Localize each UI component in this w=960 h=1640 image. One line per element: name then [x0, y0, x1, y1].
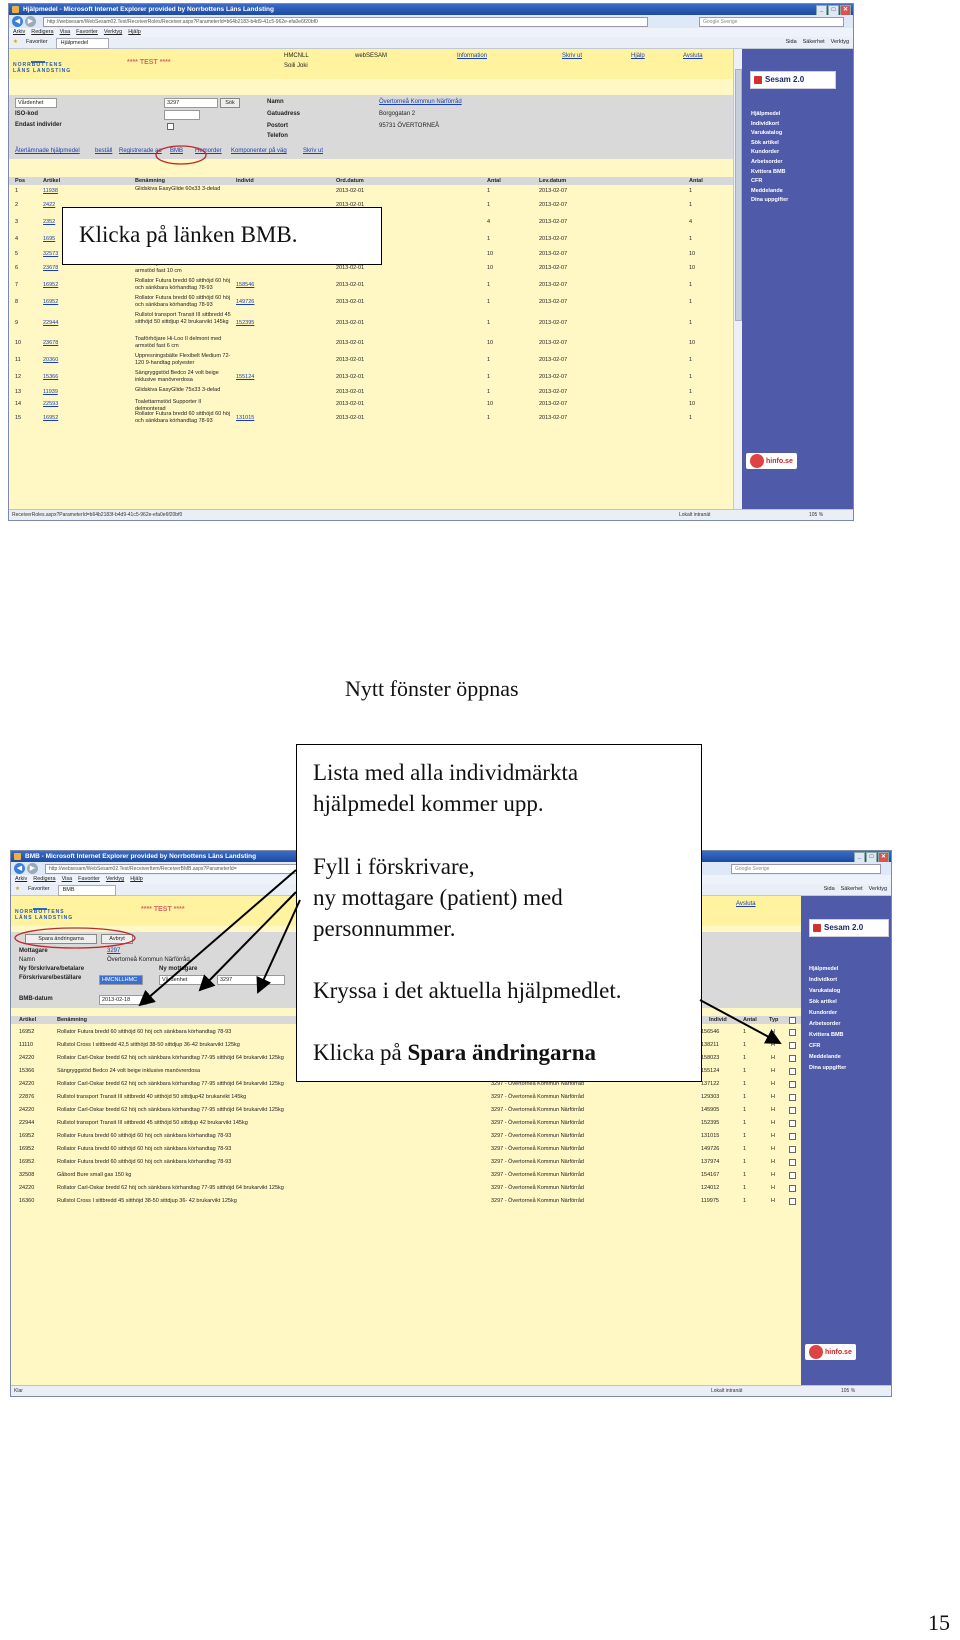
annotation-arrows	[138, 869, 782, 1044]
page-number: 15	[928, 1610, 950, 1635]
